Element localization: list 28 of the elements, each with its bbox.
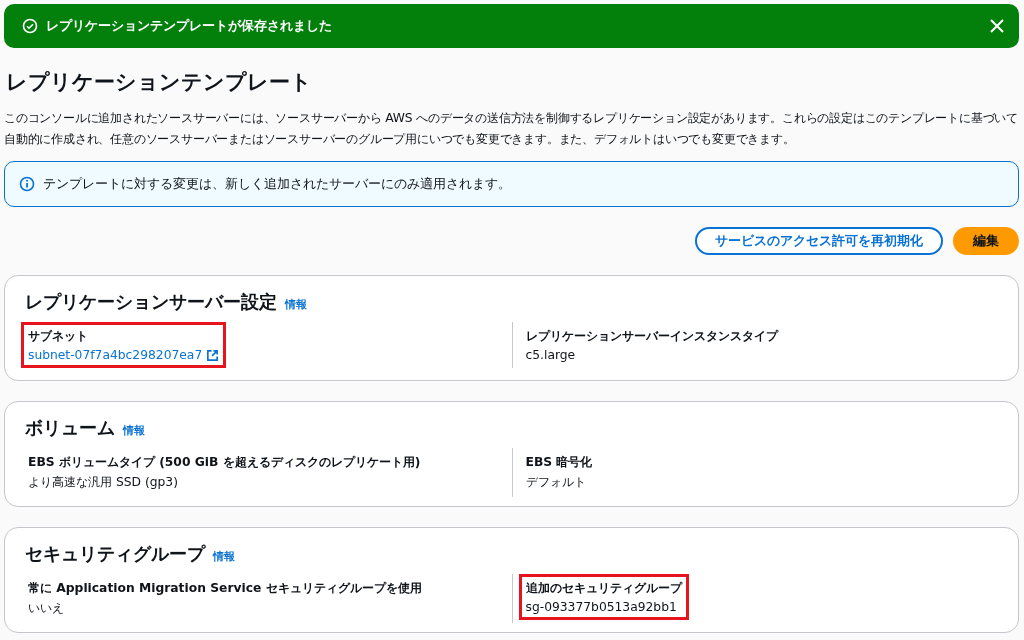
field-label: サブネット [28,328,89,345]
info-link[interactable]: 情報 [123,423,145,438]
field-label: EBS ボリュームタイプ (500 GiB を超えるディスクのレプリケート用) [28,454,421,471]
field-value: c5.large [525,348,577,362]
info-link[interactable]: 情報 [285,297,307,312]
edit-button[interactable]: 編集 [953,227,1019,255]
reinitialize-button[interactable]: サービスのアクセス許可を再初期化 [695,227,943,255]
subnet-link[interactable]: subnet-07f7a4bc298207ea7 [28,348,220,362]
field-label: EBS 暗号化 [525,454,593,471]
page-description: このコンソールに追加されたソースサーバーには、ソースサーバーから AWS へのデータの送信方法を制御するレプリケーション設定があります。これらの設定はこのテンプレートに基づいて自動的に作成され、任意のソースサーバーまたはソースサーバーのグループ用にいつでも変更できます。また、デフォルトはいつでも変更できます。 [4,110,1019,148]
info-icon [19,176,35,192]
field-label: 追加のセキュリティグループ [525,580,682,597]
section-title: レプリケーションサーバー設定 [25,290,277,314]
field-value: デフォルト [525,474,587,491]
info-link[interactable]: 情報 [213,549,235,564]
field-label: レプリケーションサーバーインスタンスタイプ [525,328,778,345]
field-value: いいえ [28,600,65,617]
section-title: ボリューム [25,416,115,440]
external-link-icon [206,348,220,362]
field-value: sg-093377b0513a92bb1 [525,600,678,614]
section-title: セキュリティグループ [25,542,205,566]
check-circle-icon [22,18,38,34]
alert-message: テンプレートに対する変更は、新しく追加されたサーバーにのみ適用されます。 [43,175,511,193]
field-value: より高速な汎用 SSD (gp3) [28,474,179,491]
page-title: レプリケーションテンプレート [6,69,313,96]
field-label: 常に Application Migration Service セキュリティグループを使用 [28,580,422,597]
close-button[interactable] [989,18,1005,34]
banner-message: レプリケーションテンプレートが保存されました [46,17,333,35]
